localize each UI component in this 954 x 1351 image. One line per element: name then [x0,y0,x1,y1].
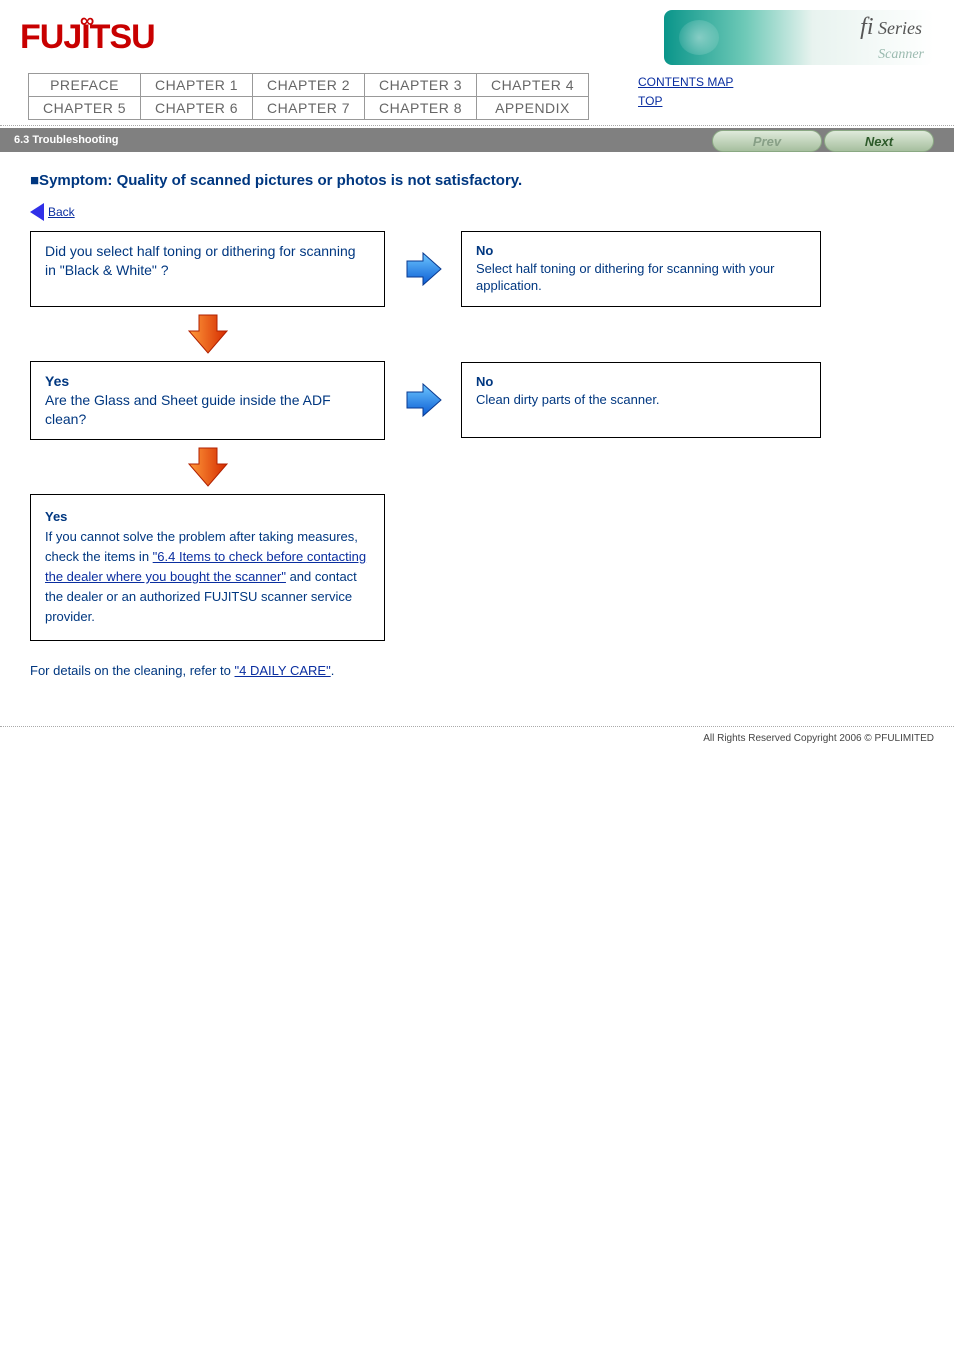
closing-link[interactable]: "4 DAILY CARE" [235,663,331,678]
section-bar: 6.3 Troubleshooting Prev Next [0,128,954,152]
banner-series: fi fi SeriesSeries [860,14,922,41]
arrow-right-1 [403,249,443,289]
arrow-right-2 [403,380,443,420]
flow-answer-2-label: No [476,373,806,391]
side-links: CONTENTS MAP TOP [638,73,733,111]
flow-question-2-text: Are the Glass and Sheet guide inside the… [45,391,370,429]
brand-logo: ∞ FUJITSU [20,18,155,57]
next-button[interactable]: Next [824,130,934,152]
chapter-tabs: PREFACE CHAPTER 1 CHAPTER 2 CHAPTER 3 CH… [28,73,608,119]
flow-answer-1-label: No [476,242,806,260]
flow-answer-2: No Clean dirty parts of the scanner. [461,362,821,438]
tab-chapter-1[interactable]: CHAPTER 1 [140,73,253,97]
flow-question-1: Did you select half toning or dithering … [30,231,385,307]
tab-appendix[interactable]: APPENDIX [476,96,589,120]
tab-chapter-3[interactable]: CHAPTER 3 [364,73,477,97]
brand-logo-accent: ∞ [80,10,93,33]
flow-final: Yes If you cannot solve the problem afte… [30,494,385,641]
closing-suffix: . [331,663,335,678]
tab-preface[interactable]: PREFACE [28,73,141,97]
prev-button[interactable]: Prev [712,130,822,152]
flow-answer-1: No Select half toning or dithering for s… [461,231,821,307]
tab-chapter-7[interactable]: CHAPTER 7 [252,96,365,120]
contents-map-link[interactable]: CONTENTS MAP [638,75,733,89]
arrow-down-2 [30,440,385,494]
tab-chapter-6[interactable]: CHAPTER 6 [140,96,253,120]
divider-top [0,125,954,126]
symptom-heading: ■Symptom: Quality of scanned pictures or… [30,172,894,189]
flow-answer-1-text: Select half toning or dithering for scan… [476,260,806,295]
tab-chapter-8[interactable]: CHAPTER 8 [364,96,477,120]
tab-chapter-2[interactable]: CHAPTER 2 [252,73,365,97]
section-title: 6.3 Troubleshooting [14,134,119,146]
back-icon [30,203,44,221]
tab-chapter-4[interactable]: CHAPTER 4 [476,73,589,97]
copyright: All Rights Reserved Copyright 2006 © PFU… [0,727,954,764]
closing-note: For details on the cleaning, refer to "4… [30,663,894,678]
flow-chart: Did you select half toning or dithering … [30,231,894,641]
top-link[interactable]: TOP [638,94,662,108]
back-link[interactable]: Back [48,205,75,219]
arrow-down-1 [30,307,385,361]
product-banner: fi fi SeriesSeries Scanner [664,10,934,65]
closing-prefix: For details on the cleaning, refer to [30,663,235,678]
tab-chapter-5[interactable]: CHAPTER 5 [28,96,141,120]
flow-answer-2-text: Clean dirty parts of the scanner. [476,391,806,409]
flow-question-2: Yes Are the Glass and Sheet guide inside… [30,361,385,440]
banner-sub: Scanner [878,47,924,63]
